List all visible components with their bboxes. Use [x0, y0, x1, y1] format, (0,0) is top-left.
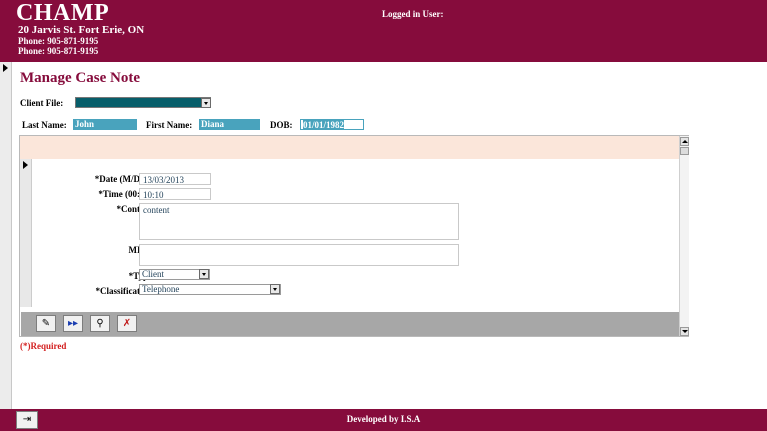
subform-record-selector[interactable] — [20, 159, 32, 307]
logged-in-user-label: Logged in User: — [382, 9, 444, 19]
first-name-field[interactable]: Diana — [199, 119, 260, 130]
org-address: 20 Jarvis St. Fort Erie, ON — [18, 24, 145, 36]
subform-scrollbar[interactable] — [679, 136, 689, 336]
org-phone-2: Phone: 905-871-9195 — [18, 46, 99, 56]
dob-field[interactable]: 01/01/1982 — [300, 119, 364, 130]
subform-header — [20, 136, 679, 159]
date-input[interactable]: 13/03/2013 — [139, 173, 211, 185]
last-name-label: Last Name: — [22, 120, 67, 130]
binoculars-icon: ⚲ — [96, 318, 104, 329]
app-footer: ⇥ Developed by I.S.A — [0, 409, 767, 431]
required-note: (*)Required — [20, 341, 67, 351]
record-toolbar: ✎ ▸▸ ⚲ ✗ — [21, 312, 679, 336]
type-value: Client — [142, 269, 164, 279]
content-textarea[interactable]: content — [139, 203, 459, 240]
misc-textarea[interactable] — [139, 244, 459, 266]
record-selector-bar[interactable] — [0, 62, 12, 409]
current-record-arrow-icon — [3, 64, 8, 72]
dob-value: 01/01/1982 — [303, 120, 345, 130]
edit-button[interactable]: ✎ — [36, 315, 56, 332]
client-file-label: Client File: — [20, 98, 64, 108]
last-name-field[interactable]: John — [73, 119, 137, 130]
brand-title: CHAMP — [16, 0, 110, 26]
time-input[interactable]: 10:10 — [139, 188, 211, 200]
dob-label: DOB: — [270, 120, 293, 130]
date-label: *Date (M/D/Y): — [94, 174, 155, 184]
misc-label: MISC: — [35, 245, 156, 255]
content-label: *Content: — [116, 204, 156, 214]
case-note-subform: *Date (M/D/Y): 13/03/2013 *Time (00:00):… — [19, 135, 689, 337]
page-title: Manage Case Note — [20, 70, 140, 86]
developed-by-text: Developed by I.S.A — [346, 414, 421, 424]
next-record-button[interactable]: ▸▸ — [63, 315, 83, 332]
type-dropdown-icon[interactable] — [199, 269, 209, 279]
app-header: CHAMP 20 Jarvis St. Fort Erie, ON Phone:… — [0, 0, 767, 62]
scroll-thumb[interactable] — [680, 147, 689, 155]
delete-button[interactable]: ✗ — [117, 315, 137, 332]
delete-icon: ✗ — [122, 318, 132, 329]
edit-icon: ✎ — [41, 318, 51, 329]
time-label: *Time (00:00): — [98, 189, 155, 199]
current-row-arrow-icon — [23, 161, 28, 169]
scroll-up-icon[interactable] — [680, 137, 689, 146]
search-button[interactable]: ⚲ — [90, 315, 110, 332]
classification-dropdown-icon[interactable] — [270, 284, 280, 294]
scroll-down-icon[interactable] — [680, 327, 689, 336]
classification-value: Telephone — [142, 284, 180, 294]
classification-select[interactable]: Telephone — [139, 284, 281, 295]
client-file-select[interactable] — [75, 97, 211, 108]
type-label: *Type: — [35, 271, 155, 281]
classification-label: *Classification: — [95, 286, 156, 296]
first-name-label: First Name: — [146, 120, 193, 130]
client-file-dropdown-icon[interactable] — [201, 98, 211, 108]
org-phone-1: Phone: 905-871-9195 — [18, 36, 99, 46]
next-icon: ▸▸ — [67, 318, 79, 329]
